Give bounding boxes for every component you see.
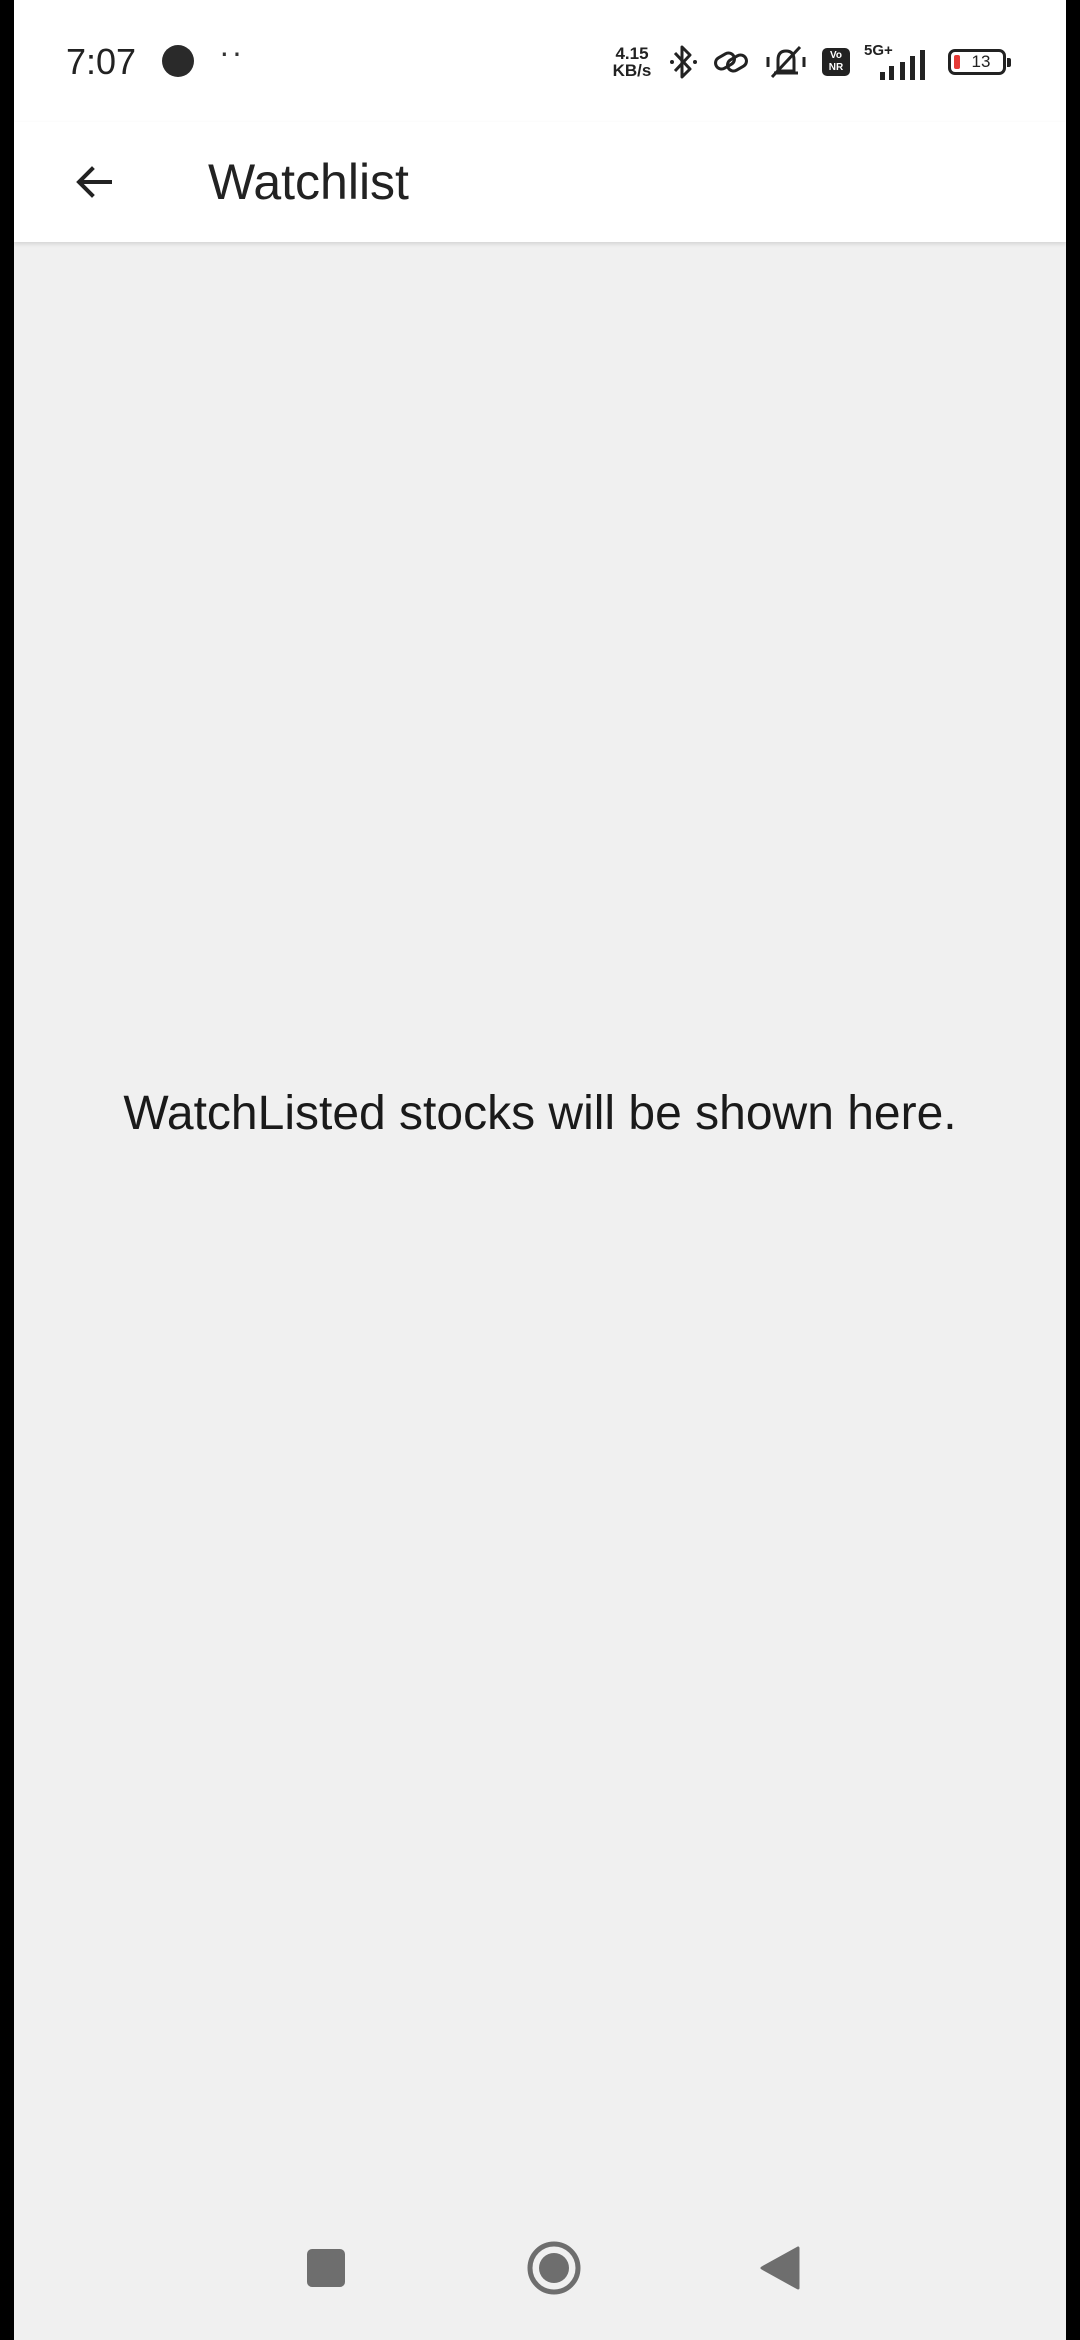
volte-top-label: Vo <box>829 50 843 61</box>
back-button[interactable] <box>54 142 134 222</box>
signal-icon: 5G+ <box>864 42 934 82</box>
battery-level: 13 <box>971 52 991 71</box>
screen: 7:07 ·· 4.15 KB/s Vo NR 5G+ 13 Watchlist… <box>14 0 1066 2340</box>
arrow-left-icon <box>76 166 112 198</box>
link-icon <box>714 51 748 73</box>
recents-square-icon <box>307 2249 345 2287</box>
bluetooth-icon <box>670 45 697 79</box>
status-time: 7:07 <box>66 41 137 82</box>
back-nav-button[interactable] <box>740 2228 820 2308</box>
page-title: Watchlist <box>208 154 409 210</box>
home-circle-icon <box>527 2241 581 2295</box>
network-speed: 4.15 KB/s <box>610 45 654 79</box>
battery-icon: 13 <box>948 49 1011 75</box>
status-bar: 7:07 ·· 4.15 KB/s Vo NR 5G+ 13 <box>14 0 1066 122</box>
recents-button[interactable] <box>286 2228 366 2308</box>
empty-state-message: WatchListed stocks will be shown here. <box>123 1087 957 1140</box>
network-speed-value: 4.15 <box>615 44 649 63</box>
home-button[interactable] <box>514 2228 594 2308</box>
more-notifications-dots: ·· <box>219 34 245 70</box>
vibrate-mute-icon <box>766 45 806 79</box>
app-bar: Watchlist <box>14 122 1066 242</box>
back-triangle-icon <box>760 2246 800 2290</box>
volte-bottom-label: NR <box>828 62 844 73</box>
network-speed-unit: KB/s <box>612 61 652 80</box>
app-notification-icon <box>162 45 194 77</box>
status-icons: 4.15 KB/s Vo NR 5G+ 13 <box>610 40 1011 84</box>
volte-icon: Vo NR <box>822 48 850 76</box>
system-nav-bar <box>14 2200 1066 2340</box>
